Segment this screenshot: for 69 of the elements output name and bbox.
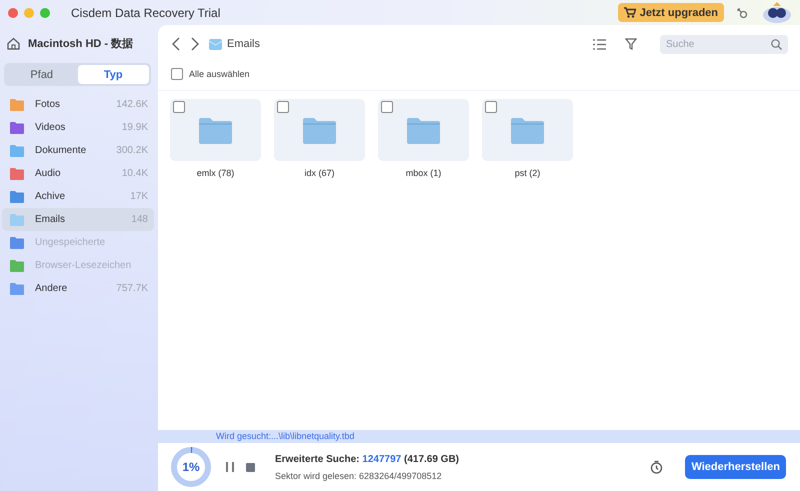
scan-label: Erweiterte Suche:: [275, 454, 360, 464]
category-label: Browser-Lesezeichen: [35, 260, 132, 271]
envelope-icon: [209, 38, 222, 50]
zoom-button[interactable]: [40, 8, 50, 18]
view-tab[interactable]: Typ: [78, 65, 149, 84]
category-item[interactable]: Fotos 142.6K: [2, 93, 154, 116]
folder-card[interactable]: [378, 99, 469, 161]
category-count: 300.2K: [116, 145, 148, 156]
close-button[interactable]: [8, 8, 18, 18]
folder-checkbox[interactable]: [277, 101, 289, 113]
folder-icon: [303, 116, 336, 144]
view-tab[interactable]: Pfad: [6, 65, 78, 84]
upgrade-button[interactable]: Jetzt upgraden: [618, 3, 724, 22]
category-count: 17K: [130, 191, 148, 202]
key-icon[interactable]: [736, 6, 748, 18]
back-icon[interactable]: [171, 37, 181, 51]
folder-card[interactable]: [170, 99, 261, 161]
category-count: 19.9K: [122, 122, 148, 133]
folder-card[interactable]: [274, 99, 365, 161]
found-size: (417.69 GB): [404, 454, 460, 464]
category-item[interactable]: Audio 10.4K: [2, 162, 154, 185]
category-label: Achive: [35, 191, 66, 202]
list-view-icon[interactable]: [593, 38, 606, 50]
home-icon: [7, 36, 20, 50]
scan-path-bar: Wird gesucht:...\lib\libnetquality.tbd: [158, 430, 800, 443]
search-field[interactable]: Suche: [660, 34, 788, 54]
breadcrumb: Emails: [227, 38, 260, 50]
folder-checkbox[interactable]: [485, 101, 497, 113]
folder-label: idx (67): [304, 168, 334, 178]
found-count: 1247797: [362, 454, 402, 464]
category-item[interactable]: Achive 17K: [2, 185, 154, 208]
search-icon: [771, 38, 782, 50]
stop-icon[interactable]: [246, 462, 255, 472]
folder-checkbox[interactable]: [381, 101, 393, 113]
folder-card[interactable]: [482, 99, 573, 161]
category-count: 148: [131, 214, 148, 225]
category-label: Emails: [35, 214, 66, 225]
folder-icon: [407, 116, 440, 144]
category-count: 142.6K: [116, 99, 148, 110]
folder-icon: [199, 116, 232, 144]
category-label: Dokumente: [35, 145, 88, 156]
select-all-label: Alle auswählen: [189, 69, 250, 79]
filter-icon[interactable]: [625, 38, 637, 50]
category-count: 757.7K: [116, 283, 148, 294]
category-item[interactable]: Andere 757.7K: [2, 277, 154, 300]
progress-percent: 1%: [182, 460, 200, 474]
recover-button[interactable]: Wiederherstellen: [685, 455, 786, 479]
category-count: 10.4K: [122, 168, 148, 179]
avatar-icon[interactable]: [762, 2, 792, 24]
window-title: Cisdem Data Recovery Trial: [71, 6, 220, 20]
category-item[interactable]: Emails 148: [2, 208, 154, 231]
pause-icon[interactable]: [226, 462, 234, 472]
drive-name: Macintosh HD - 数据: [28, 36, 134, 50]
folder-icon: [511, 116, 544, 144]
folder-checkbox[interactable]: [173, 101, 185, 113]
category-label: Audio: [35, 168, 62, 179]
forward-icon[interactable]: [190, 37, 200, 51]
cart-icon: [624, 7, 636, 18]
category-item[interactable]: Dokumente 300.2K: [2, 139, 154, 162]
folder-label: emlx (78): [196, 168, 234, 178]
folder-label: mbox (1): [406, 168, 442, 178]
category-label: Fotos: [35, 99, 62, 110]
folder-label: pst (2): [514, 168, 540, 178]
category-item[interactable]: Videos 19.9K: [2, 116, 154, 139]
category-label: Videos: [35, 122, 66, 133]
select-all-checkbox[interactable]: [171, 68, 183, 80]
timer-icon[interactable]: [650, 460, 664, 474]
category-label: Andere: [35, 283, 68, 294]
category-label: Ungespeicherte: [35, 237, 106, 248]
